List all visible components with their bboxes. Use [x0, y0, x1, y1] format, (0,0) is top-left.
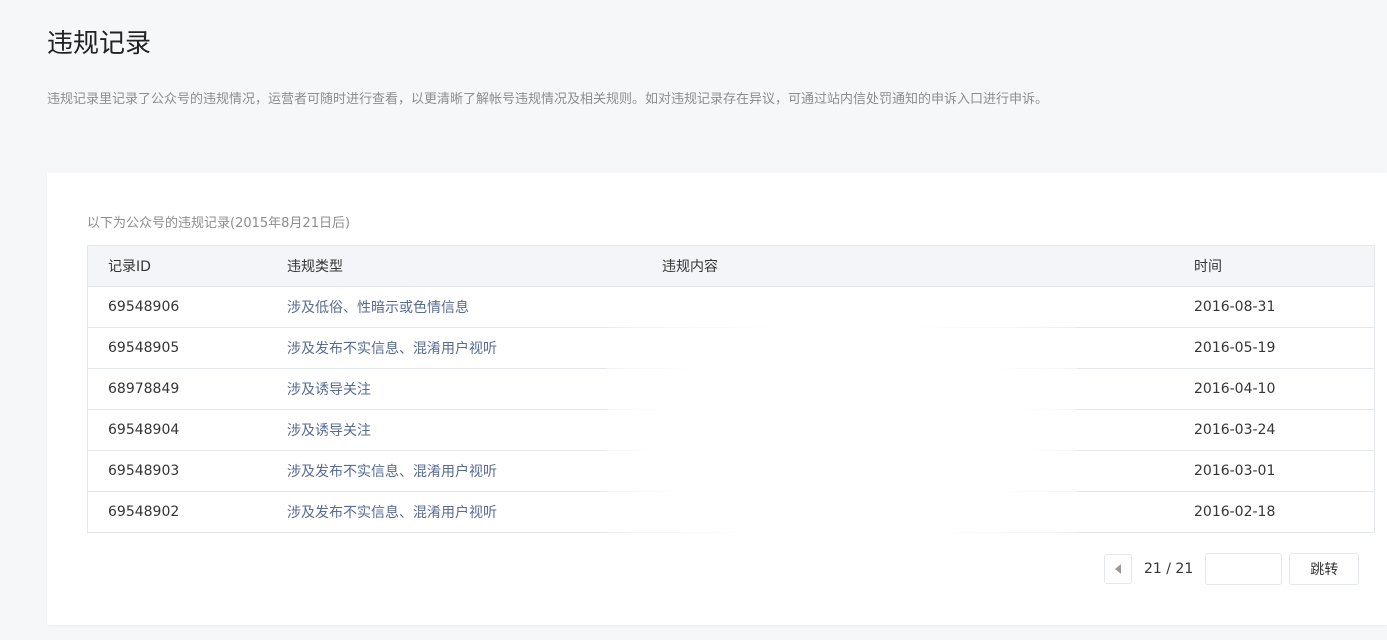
- violation-type: 涉及低俗、性暗示或色情信息: [287, 286, 662, 328]
- record-id: 69548906: [87, 286, 287, 328]
- violation-type: 涉及发布不实信息、混淆用户视听: [287, 491, 662, 533]
- violation-content: [662, 286, 1194, 328]
- table-header-row: 记录ID 违规类型 违规内容 时间: [87, 245, 1375, 287]
- page-number-input[interactable]: [1205, 553, 1283, 585]
- page-indicator: 21 / 21: [1144, 561, 1194, 577]
- record-time: 2016-02-18: [1194, 491, 1375, 533]
- violation-content: [662, 491, 1194, 533]
- header-time: 时间: [1194, 245, 1375, 287]
- violation-content: [662, 450, 1194, 492]
- record-id: 69548905: [87, 327, 287, 369]
- record-time: 2016-03-24: [1194, 409, 1375, 451]
- record-id: 68978849: [87, 368, 287, 410]
- caret-left-icon: [1115, 564, 1121, 574]
- prev-page-button[interactable]: [1104, 554, 1132, 584]
- pagination: 21 / 21 跳转: [1104, 553, 1360, 585]
- record-time: 2016-03-01: [1194, 450, 1375, 492]
- violation-type: 涉及诱导关注: [287, 368, 662, 410]
- record-time: 2016-05-19: [1194, 327, 1375, 369]
- jump-button[interactable]: 跳转: [1289, 553, 1360, 585]
- page-description: 违规记录里记录了公众号的违规情况，运营者可随时进行查看，以更清晰了解帐号违规情况…: [47, 92, 1049, 107]
- violation-type: 涉及发布不实信息、混淆用户视听: [287, 450, 662, 492]
- table-row: 69548903 涉及发布不实信息、混淆用户视听 2016-03-01: [87, 450, 1375, 492]
- violation-content: [662, 409, 1194, 451]
- table-row: 69548905 涉及发布不实信息、混淆用户视听 2016-05-19: [87, 327, 1375, 369]
- table-row: 68978849 涉及诱导关注 2016-04-10: [87, 368, 1375, 410]
- record-id: 69548904: [87, 409, 287, 451]
- violation-content: [662, 368, 1194, 410]
- violation-records-table: 记录ID 违规类型 违规内容 时间 69548906 涉及低俗、性暗示或色情信息…: [87, 245, 1375, 533]
- table-caption: 以下为公众号的违规记录(2015年8月21日后): [87, 216, 351, 231]
- header-violation-content: 违规内容: [662, 245, 1194, 287]
- record-time: 2016-08-31: [1194, 286, 1375, 328]
- violation-content: [662, 327, 1194, 369]
- table-row: 69548902 涉及发布不实信息、混淆用户视听 2016-02-18: [87, 491, 1375, 533]
- violation-type: 涉及发布不实信息、混淆用户视听: [287, 327, 662, 369]
- violation-type: 涉及诱导关注: [287, 409, 662, 451]
- header-violation-type: 违规类型: [287, 245, 662, 287]
- table-row: 69548906 涉及低俗、性暗示或色情信息 2016-08-31: [87, 286, 1375, 328]
- record-id: 69548902: [87, 491, 287, 533]
- record-id: 69548903: [87, 450, 287, 492]
- violation-records-panel: 以下为公众号的违规记录(2015年8月21日后) 记录ID 违规类型 违规内容 …: [47, 173, 1387, 625]
- header-record-id: 记录ID: [87, 245, 287, 287]
- table-row: 69548904 涉及诱导关注 2016-03-24: [87, 409, 1375, 451]
- record-time: 2016-04-10: [1194, 368, 1375, 410]
- page-title: 违规记录: [47, 29, 152, 59]
